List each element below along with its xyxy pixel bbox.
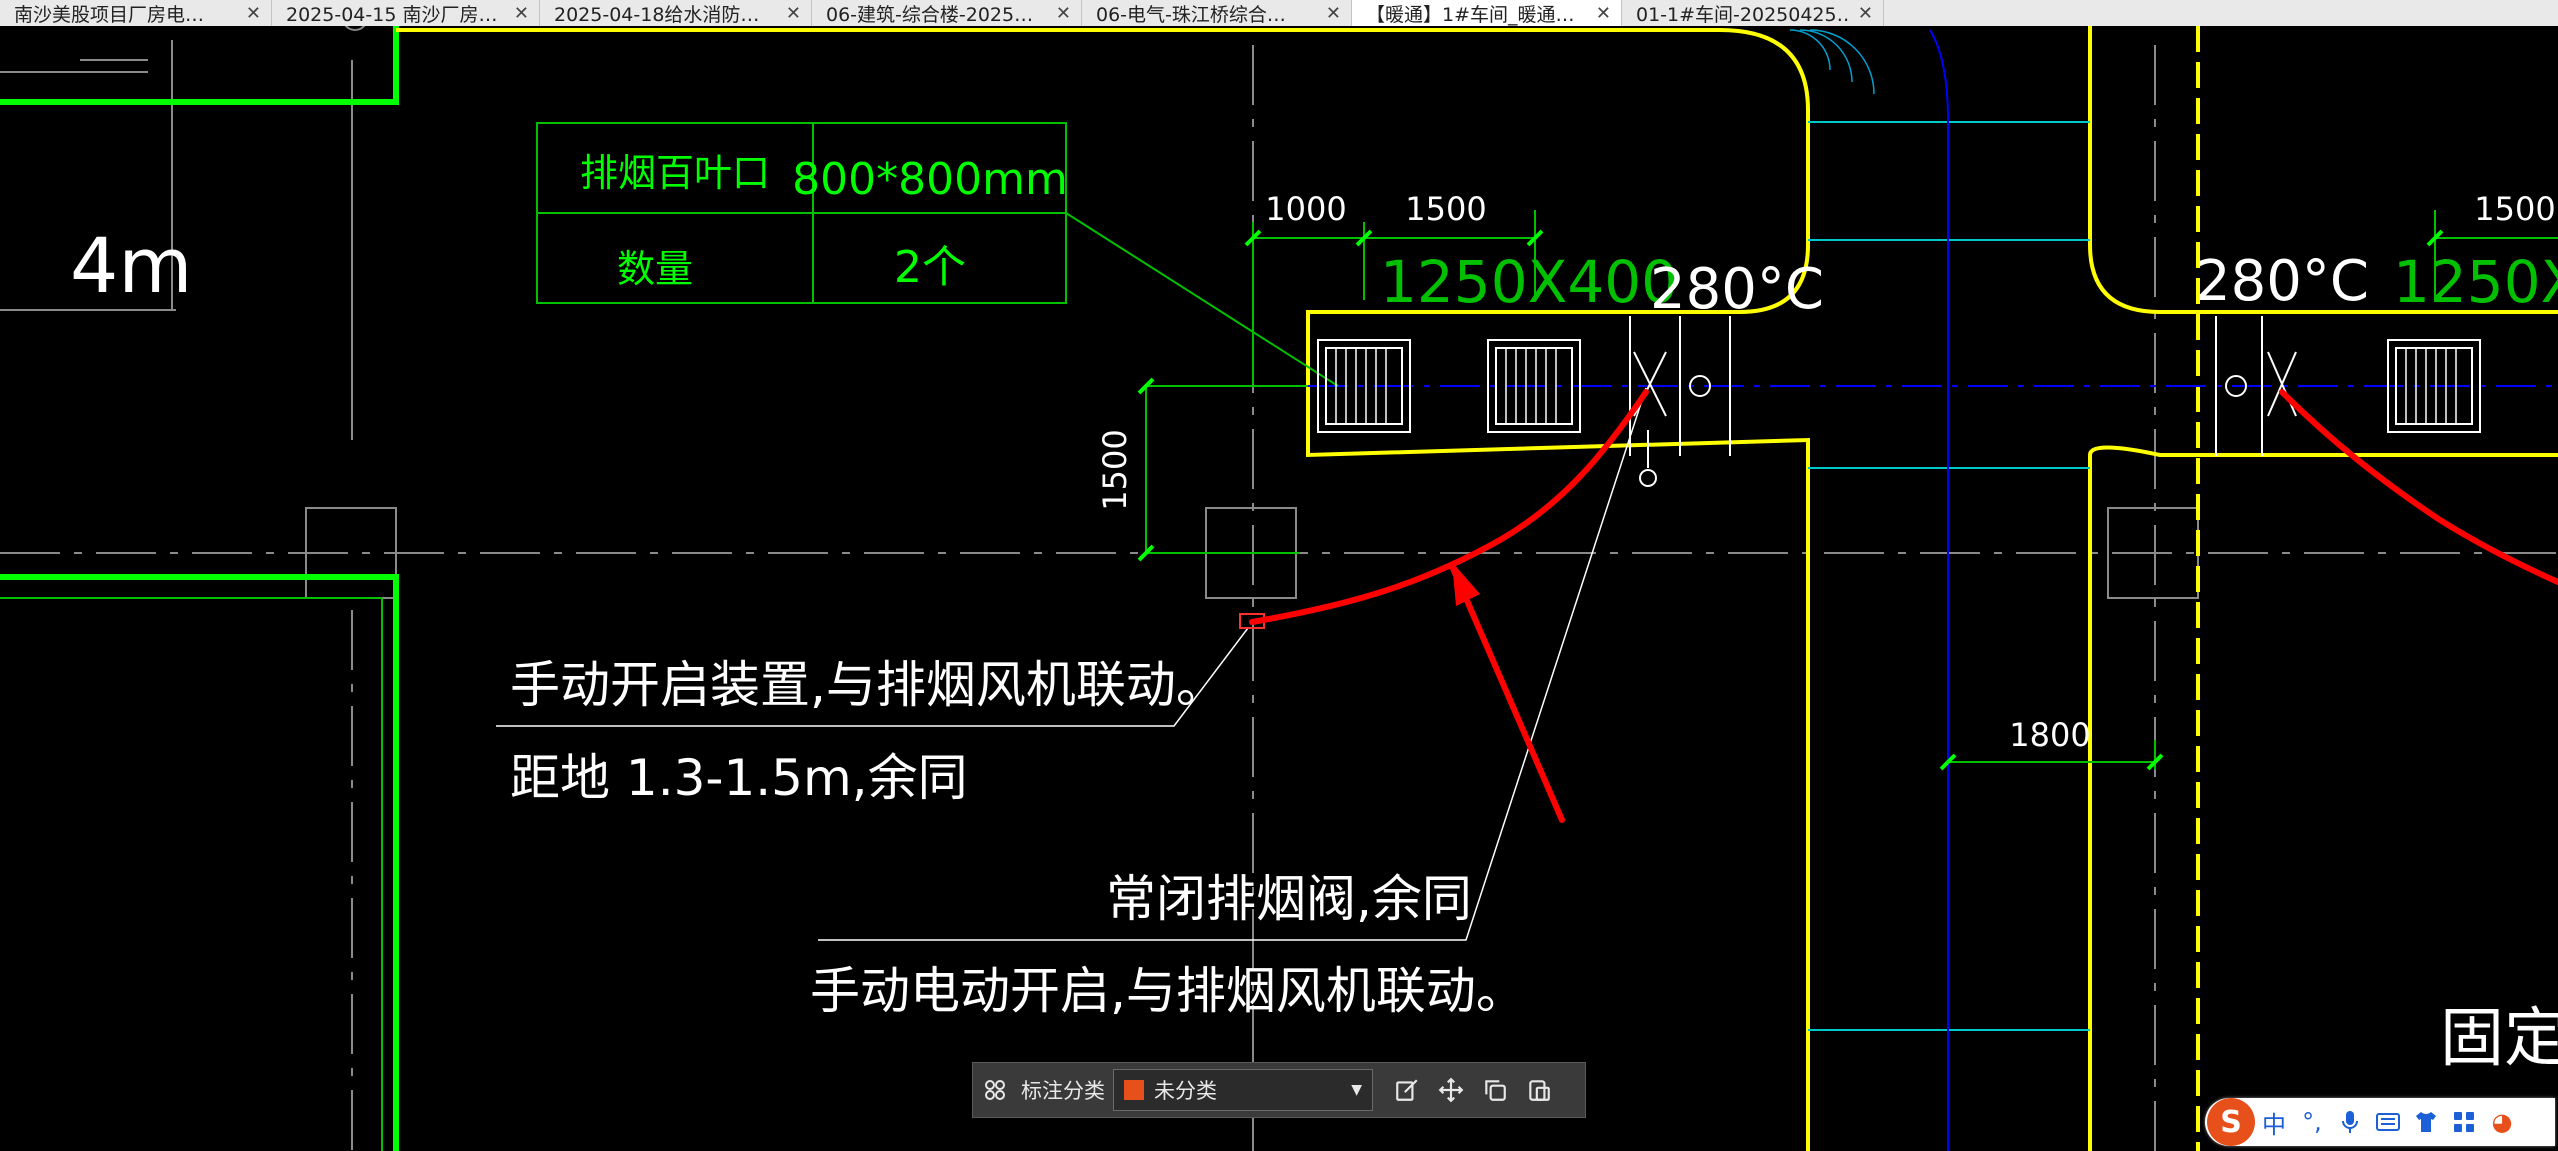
duct-size-left: 1250X400 [1380, 248, 1678, 316]
document-tab-bar: 南沙美股项目厂房电… ✕ 2025-04-15 南沙厂房… ✕ 2025-04-18… [0, 0, 2558, 27]
keyboard-icon[interactable] [2369, 1113, 2407, 1131]
chevron-down-icon: ▼ [1351, 1082, 1362, 1098]
cad-drawing-canvas[interactable]: 排烟百叶口 800*800mm 数量 2个 1000 1500 1500 180… [0, 26, 2558, 1151]
tab-label: 【暖通】1#车间_暖通… [1366, 3, 1575, 26]
close-icon[interactable]: ✕ [1056, 3, 1071, 24]
tab-label: 06-电气-珠江桥综合… [1096, 3, 1286, 26]
close-icon[interactable]: ✕ [246, 3, 261, 24]
tab-electrical-zhujiang[interactable]: 06-电气-珠江桥综合… ✕ [1082, 0, 1352, 26]
paste-icon[interactable] [1517, 1062, 1561, 1118]
tab-architecture-complex[interactable]: 06-建筑-综合楼-2025… ✕ [812, 0, 1082, 26]
note-damper-closed: 常闭排烟阀,余同 [1106, 870, 1472, 928]
tab-label: 南沙美股项目厂房电… [14, 3, 205, 26]
dimension-1500-vertical: 1500 [1096, 429, 1134, 510]
dimension-1000: 1000 [1265, 190, 1346, 228]
temperature-left: 280°C [1650, 257, 1824, 322]
tab-label: 06-建筑-综合楼-2025… [826, 3, 1034, 26]
category-value: 未分类 [1154, 1079, 1217, 1103]
grid-apps-icon[interactable] [973, 1062, 1017, 1118]
note-damper-linkage: 手动电动开启,与排烟风机联动。 [810, 962, 1526, 1020]
microphone-icon[interactable] [2331, 1110, 2369, 1134]
close-icon[interactable]: ✕ [1326, 3, 1341, 24]
tab-label: 2025-04-18给水消防… [554, 3, 760, 26]
tab-nansha-0415[interactable]: 2025-04-15 南沙厂房… ✕ [272, 0, 540, 26]
tab-label: 01-1#车间-20250425… [1636, 3, 1850, 26]
dimension-1500-top: 1500 [1405, 190, 1486, 228]
close-icon[interactable]: ✕ [786, 3, 801, 24]
ime-status-bar: S 中 °, ◕ [2205, 1098, 2555, 1146]
close-icon[interactable]: ✕ [1858, 3, 1873, 24]
table-row1-label: 排烟百叶口 [580, 151, 770, 195]
note-manual-height: 距地 1.3-1.5m,余同 [510, 749, 968, 807]
category-color-swatch [1124, 1080, 1144, 1100]
tab-label: 2025-04-15 南沙厂房… [286, 3, 498, 26]
dimension-1800: 1800 [2009, 716, 2090, 754]
close-icon[interactable]: ✕ [514, 3, 529, 24]
dimension-1500-right: 1500 [2474, 190, 2555, 228]
skin-shirt-icon[interactable] [2407, 1111, 2445, 1133]
tab-nansha-electrical[interactable]: 南沙美股项目厂房电… ✕ [0, 0, 272, 26]
table-row2-label: 数量 [617, 247, 693, 291]
edit-icon[interactable] [1385, 1062, 1429, 1118]
close-icon[interactable]: ✕ [1596, 3, 1611, 24]
duct-size-right: 1250X40 [2393, 248, 2558, 316]
move-icon[interactable] [1429, 1062, 1473, 1118]
category-select[interactable]: 未分类 ▼ [1113, 1069, 1373, 1111]
tab-workshop1-0425[interactable]: 01-1#车间-20250425… ✕ [1622, 0, 1884, 26]
ime-logo[interactable]: S [2207, 1098, 2255, 1146]
note-manual-device: 手动开启装置,与排烟风机联动。 [510, 656, 1226, 714]
right-edge-note: 固定挡 [2440, 1002, 2558, 1076]
table-row2-value: 2个 [894, 242, 966, 293]
temperature-right: 280°C [2195, 249, 2369, 314]
height-label: 4m [70, 221, 192, 310]
annotation-toolbar: 标注分类 未分类 ▼ [972, 1062, 1586, 1118]
category-label: 标注分类 [1021, 1079, 1105, 1103]
mascot-icon[interactable]: ◕ [2483, 1108, 2521, 1136]
toolbox-icon[interactable] [2445, 1111, 2483, 1133]
copy-icon[interactable] [1473, 1062, 1517, 1118]
table-row1-value: 800*800mm [792, 154, 1068, 205]
ime-mode[interactable]: 中 [2255, 1105, 2293, 1140]
tab-water-fire-0418[interactable]: 2025-04-18给水消防… ✕ [540, 0, 812, 26]
tab-hvac-workshop1[interactable]: 【暖通】1#车间_暖通… ✕ [1352, 0, 1622, 26]
punctuation-icon[interactable]: °, [2293, 1108, 2331, 1136]
